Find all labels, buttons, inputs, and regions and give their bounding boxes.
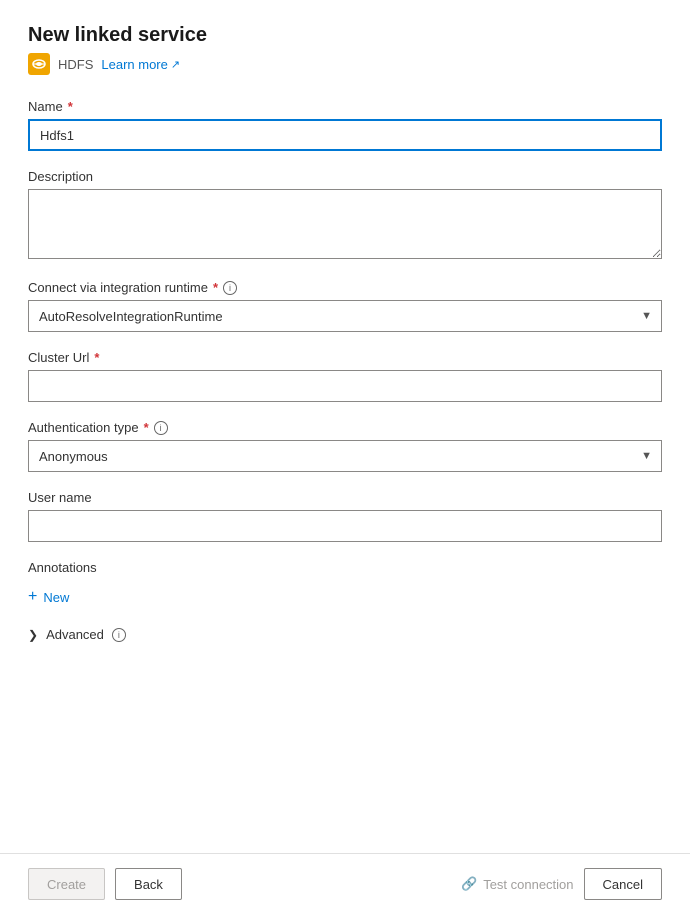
username-group: User name bbox=[28, 490, 662, 542]
auth-type-required-star: * bbox=[144, 420, 149, 435]
advanced-section[interactable]: ❯ Advanced i bbox=[28, 627, 662, 642]
learn-more-link[interactable]: Learn more ↗ bbox=[101, 57, 180, 72]
connect-select-container: AutoResolveIntegrationRuntime ▼ bbox=[28, 300, 662, 332]
create-button[interactable]: Create bbox=[28, 868, 105, 900]
link-icon: 🔗 bbox=[461, 876, 477, 892]
footer-left: Create Back bbox=[28, 868, 182, 900]
chevron-right-icon: ❯ bbox=[28, 628, 38, 642]
plus-icon: + bbox=[28, 589, 37, 605]
description-label: Description bbox=[28, 169, 662, 184]
name-input[interactable] bbox=[28, 119, 662, 151]
footer: Create Back 🔗 Test connection Cancel bbox=[0, 853, 690, 914]
name-field-group: Name * bbox=[28, 99, 662, 151]
cluster-url-label: Cluster Url * bbox=[28, 350, 662, 365]
auth-type-select[interactable]: Anonymous Windows bbox=[28, 440, 662, 472]
cancel-button[interactable]: Cancel bbox=[584, 868, 662, 900]
description-textarea[interactable] bbox=[28, 189, 662, 259]
back-button[interactable]: Back bbox=[115, 868, 182, 900]
auth-type-group: Authentication type * i Anonymous Window… bbox=[28, 420, 662, 472]
connect-label: Connect via integration runtime * i bbox=[28, 280, 662, 295]
username-label: User name bbox=[28, 490, 662, 505]
auth-type-info-icon: i bbox=[154, 421, 168, 435]
main-content: New linked service HDFS Learn more ↗ Nam… bbox=[0, 0, 690, 853]
cluster-url-group: Cluster Url * bbox=[28, 350, 662, 402]
cluster-url-required-star: * bbox=[94, 350, 99, 365]
name-required-star: * bbox=[68, 99, 73, 114]
test-connection-button[interactable]: 🔗 Test connection bbox=[461, 876, 574, 892]
connect-runtime-select[interactable]: AutoResolveIntegrationRuntime bbox=[28, 300, 662, 332]
auth-type-select-container: Anonymous Windows ▼ bbox=[28, 440, 662, 472]
name-label: Name * bbox=[28, 99, 662, 114]
connect-runtime-group: Connect via integration runtime * i Auto… bbox=[28, 280, 662, 332]
page-title: New linked service bbox=[28, 24, 662, 47]
annotations-section: Annotations + New bbox=[28, 560, 662, 609]
advanced-info-icon: i bbox=[112, 628, 126, 642]
new-annotation-button[interactable]: + New bbox=[28, 585, 69, 609]
footer-right: 🔗 Test connection Cancel bbox=[461, 868, 662, 900]
connect-required-star: * bbox=[213, 280, 218, 295]
external-link-icon: ↗ bbox=[171, 58, 180, 71]
username-input[interactable] bbox=[28, 510, 662, 542]
auth-type-label: Authentication type * i bbox=[28, 420, 662, 435]
annotations-title: Annotations bbox=[28, 560, 662, 575]
service-name-label: HDFS bbox=[58, 57, 93, 72]
connect-info-icon: i bbox=[223, 281, 237, 295]
hdfs-icon bbox=[28, 53, 50, 75]
advanced-label: Advanced bbox=[46, 627, 104, 642]
subtitle-row: HDFS Learn more ↗ bbox=[28, 53, 662, 75]
description-field-group: Description bbox=[28, 169, 662, 262]
cluster-url-input[interactable] bbox=[28, 370, 662, 402]
